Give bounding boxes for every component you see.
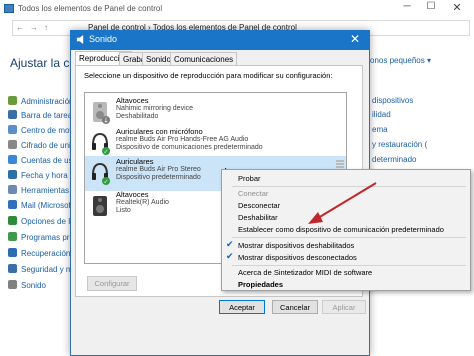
control-panel-item-icon [8, 96, 17, 105]
cp-item-right[interactable]: ilidad [372, 110, 391, 122]
cp-item-label: Herramientas a [21, 186, 76, 195]
menu-item-deshabilitar[interactable]: Deshabilitar [238, 212, 278, 223]
cp-item[interactable]: Fecha y hora [8, 170, 68, 182]
cp-item[interactable]: Centro de movi [8, 125, 75, 137]
device-name: Auriculares [116, 157, 154, 166]
cp-item[interactable]: Cifrado de unid [8, 140, 75, 152]
cp-item-right[interactable]: y restauración ( [372, 140, 427, 152]
menu-item-set-default-communication[interactable]: Establecer como dispositivo de comunicac… [238, 224, 444, 235]
menu-item-probar[interactable]: Probar [238, 173, 261, 184]
svg-text:↓: ↓ [103, 117, 109, 125]
menu-item-show-disconnected[interactable]: Mostrar dispositivos desconectados [238, 252, 357, 263]
chevron-down-icon: ▾ [426, 56, 431, 65]
cp-item-right[interactable]: dispositivos [372, 96, 413, 108]
cp-item-right[interactable]: determinado [372, 155, 416, 167]
apply-button[interactable]: Aplicar [322, 300, 366, 314]
control-panel-item-icon [8, 216, 17, 225]
control-panel-item-icon [8, 170, 17, 179]
accept-button[interactable]: Aceptar [219, 300, 265, 314]
control-panel-item-icon [8, 232, 17, 241]
control-panel-item-icon [8, 200, 17, 209]
minimize-button[interactable]: ─ [396, 1, 418, 15]
headset-icon: ✓ [92, 132, 110, 156]
cp-item[interactable]: Mail (Microsoft [8, 200, 73, 212]
speaker-icon [93, 196, 107, 216]
cp-item-label: Sonido [21, 281, 46, 290]
device-driver: Realtek(R) Audio [116, 199, 169, 206]
cp-item[interactable]: Opciones de In [8, 216, 75, 228]
control-panel-item-icon [8, 110, 17, 119]
control-panel-item-icon [8, 280, 17, 289]
cp-item[interactable]: Programas pre [8, 232, 74, 244]
device-status: Dispositivo predeterminado [116, 174, 201, 181]
control-panel-item-icon [8, 140, 17, 149]
cp-item[interactable]: Barra de tareas [8, 110, 76, 122]
cp-item-label: Cifrado de unid [21, 141, 76, 150]
svg-text:✓: ✓ [103, 179, 108, 186]
control-panel-item-icon [8, 248, 17, 257]
cp-item-right[interactable]: ema [372, 125, 388, 137]
cp-item-label: Administración [21, 97, 74, 106]
device-name: Altavoces [116, 190, 149, 199]
cp-item-label: Centro de movi [21, 126, 76, 135]
view-selector[interactable]: onos pequeños ▾ [370, 56, 431, 65]
cp-item-label: Opciones de In [21, 217, 75, 226]
instruction-text: Seleccione un dispositivo de reproducció… [84, 71, 333, 80]
menu-item-desconectar[interactable]: Desconectar [238, 200, 280, 211]
menu-item-conectar[interactable]: Conectar [238, 188, 268, 199]
view-label: onos pequeños [370, 56, 425, 65]
cp-item-label: Recuperación [21, 249, 71, 258]
menu-separator [232, 186, 466, 187]
control-panel-item-icon [8, 125, 17, 134]
cp-item[interactable]: Recuperación [8, 248, 70, 260]
cp-item-label: Fecha y hora [21, 171, 68, 180]
menu-separator [232, 237, 466, 238]
device-driver: realme Buds Air Pro Stereo [116, 166, 201, 173]
checkmark-icon: ✔ [226, 239, 234, 249]
cp-item-label: Barra de tareas [21, 111, 77, 120]
menu-separator [232, 265, 466, 266]
checkmark-icon: ✔ [226, 251, 234, 261]
cp-item-label: Mail (Microsoft [21, 201, 74, 210]
device-name: Auriculares con micrófono [116, 127, 203, 136]
forward-arrow-icon[interactable]: → [30, 23, 38, 32]
cancel-button[interactable]: Cancelar [272, 300, 318, 314]
device-name: Altavoces [116, 96, 149, 105]
tab-comunicaciones[interactable]: Comunicaciones [170, 52, 238, 66]
device-status: Listo [116, 207, 131, 214]
device-driver: Nahimic mirroring device [116, 105, 194, 112]
device-driver: realme Buds Air Pro Hands-Free AG Audio [116, 136, 249, 143]
control-panel-item-icon [8, 185, 17, 194]
headphones-icon: ✓ [92, 162, 110, 186]
window-title: Todos los elementos de Panel de control [18, 4, 163, 13]
menu-item-propiedades[interactable]: Propiedades [238, 279, 283, 290]
menu-item-show-disabled[interactable]: Mostrar dispositivos deshabilitados [238, 240, 354, 251]
maximize-button[interactable]: ☐ [420, 1, 442, 15]
control-panel-item-icon [8, 155, 17, 164]
cp-item[interactable]: Herramientas a [8, 185, 76, 197]
cp-item-label: Seguridad y m [21, 265, 73, 274]
configure-button[interactable]: Configurar [87, 276, 137, 291]
cp-item[interactable]: Sonido [8, 280, 46, 292]
control-panel-item-icon [8, 264, 17, 273]
cp-item[interactable]: Seguridad y m [8, 264, 73, 276]
back-arrow-icon[interactable]: ← [16, 23, 24, 32]
speaker-icon [76, 35, 84, 44]
dialog-close-icon[interactable]: ✕ [350, 32, 360, 46]
close-button[interactable]: ✕ [446, 1, 468, 15]
svg-text:✓: ✓ [103, 149, 108, 156]
device-status: Deshabilitado [116, 113, 159, 120]
cp-item-label: Programas pre [21, 233, 74, 242]
speaker-icon: ↓ [93, 102, 110, 125]
dialog-title: Sonido [89, 34, 118, 44]
control-panel-icon [4, 4, 14, 13]
menu-item-about-midi[interactable]: Acerca de Sintetizador MIDI de software [238, 267, 372, 278]
device-status: Dispositivo de comunicaciones predetermi… [116, 144, 263, 151]
up-arrow-icon[interactable]: ↑ [44, 23, 48, 32]
device-item[interactable]: ↓ Altavoces Nahimic mirroring device Des… [85, 95, 346, 130]
cp-item[interactable]: Administración [8, 96, 73, 108]
